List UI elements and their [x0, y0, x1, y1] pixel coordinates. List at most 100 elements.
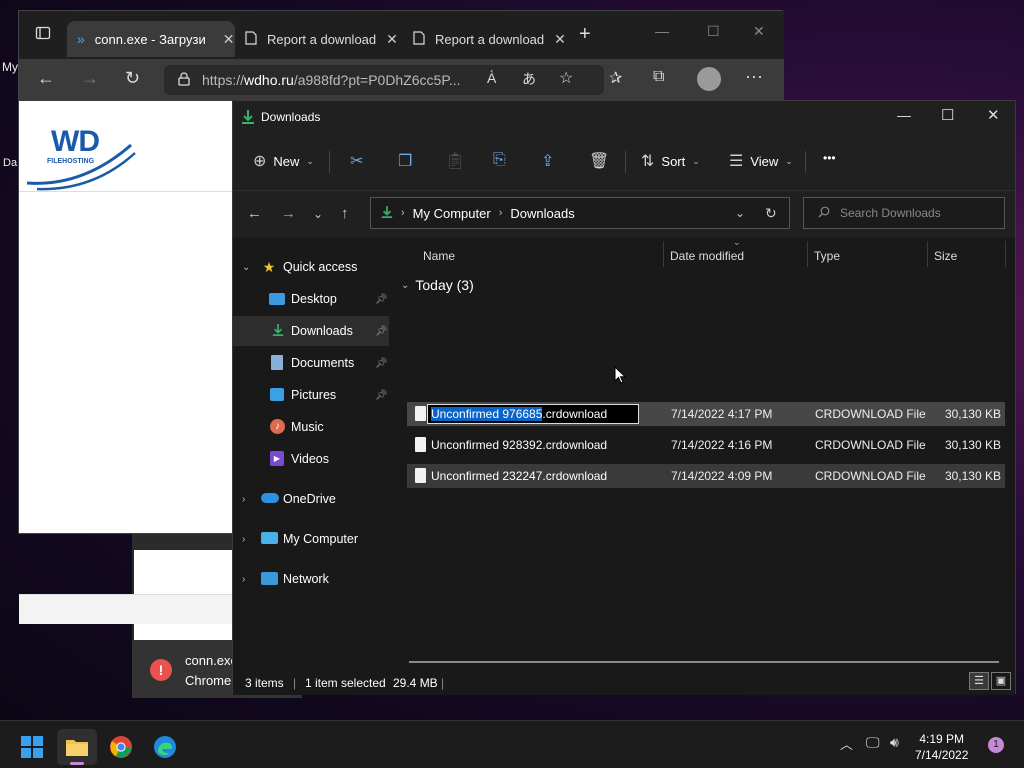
column-divider[interactable]	[1005, 241, 1006, 267]
chevron-down-icon: ⌄	[692, 155, 700, 166]
rename-button[interactable]: ⎘	[493, 151, 506, 169]
group-header-today[interactable]: ⌄ Today (3)	[401, 277, 474, 293]
title-bar[interactable]: Downloads — ☐ ✕	[233, 101, 1015, 133]
notification-badge[interactable]: 1	[988, 737, 1004, 753]
tab-actions-icon[interactable]	[35, 25, 51, 46]
active-app-indicator	[70, 762, 84, 765]
more-menu-icon[interactable]: ···	[745, 66, 763, 87]
new-tab-button[interactable]: +	[579, 23, 591, 46]
divider	[19, 191, 233, 192]
network-status-icon[interactable]: 🖵︎	[866, 734, 880, 751]
taskbar-clock[interactable]: 4:19 PM 7/14/2022	[915, 731, 968, 763]
column-divider[interactable]	[663, 241, 664, 267]
close-window-icon[interactable]: ✕	[987, 106, 1000, 124]
column-divider[interactable]	[807, 241, 808, 267]
refresh-icon[interactable]: ↻	[125, 68, 140, 89]
pin-icon[interactable]: 📌︎	[375, 326, 388, 337]
search-input[interactable]: Search Downloads	[803, 197, 1005, 229]
chevron-down-icon[interactable]: ⌄	[735, 206, 745, 220]
url-input[interactable]: https://wdho.ru/a988fd?pt=P0DhZ6cc5P...	[164, 65, 604, 95]
pin-icon[interactable]: 📌︎	[375, 390, 388, 401]
delete-button[interactable]: 🗑︎	[589, 151, 609, 171]
copy-button[interactable]: ❐	[398, 151, 412, 171]
chevron-down-icon: ⌄	[306, 155, 314, 166]
sidebar-item-music[interactable]: ♪ Music	[233, 412, 389, 442]
collections-icon[interactable]: ⧉	[653, 68, 664, 86]
desktop-icon-label[interactable]: My	[2, 60, 18, 74]
sidebar-item-desktop[interactable]: Desktop 📌︎	[233, 284, 389, 314]
breadcrumb-downloads[interactable]: Downloads	[510, 206, 574, 221]
add-favorite-icon[interactable]: ☆	[559, 68, 573, 88]
cut-button[interactable]: ✂	[350, 151, 363, 171]
close-icon[interactable]: ✕	[554, 31, 566, 48]
wd-filehosting-logo[interactable]: WD FILEHOSTING	[23, 125, 143, 195]
back-icon[interactable]: ←	[37, 68, 55, 89]
sidebar-item-my-computer[interactable]: › My Computer	[233, 524, 389, 554]
profile-avatar[interactable]	[697, 67, 721, 91]
pin-icon[interactable]: 📌︎	[375, 358, 388, 369]
desktop-icon-label[interactable]: Da	[3, 157, 17, 169]
sidebar-item-label: Documents	[291, 356, 355, 370]
toolbar-divider	[329, 151, 330, 173]
taskbar-edge[interactable]	[145, 729, 185, 765]
new-button[interactable]: ⊕ New ⌄	[253, 151, 314, 171]
column-header-date[interactable]: Date modified	[670, 249, 744, 263]
rename-input[interactable]: Unconfirmed 976685.crdownload	[427, 404, 639, 424]
refresh-icon[interactable]: ↻	[765, 205, 777, 222]
table-row[interactable]: Unconfirmed 232247.crdownload 7/14/2022 …	[407, 464, 1005, 488]
column-header-type[interactable]: Type	[814, 249, 840, 263]
view-button[interactable]: ☰ View ⌄	[729, 151, 793, 171]
maximize-icon[interactable]: ☐	[941, 106, 954, 124]
navigation-bar: ← → ⌄ ↑ › My Computer › Downloads ⌄ ↻ Se…	[233, 191, 1015, 237]
column-header-name[interactable]: Name	[423, 249, 455, 263]
up-folder-icon[interactable]: ↑	[341, 205, 349, 222]
sidebar-item-network[interactable]: › Network	[233, 564, 389, 594]
sidebar-item-documents[interactable]: Documents 📌︎	[233, 348, 389, 378]
column-divider[interactable]	[927, 241, 928, 267]
file-explorer-window: Downloads — ☐ ✕ ⊕ New ⌄ ✂ ❐ 📋︎ ⎘ ⇪ 🗑︎ ⇅ …	[232, 100, 1016, 695]
start-button[interactable]	[12, 729, 52, 765]
forward-icon[interactable]: →	[81, 68, 99, 89]
file-name: Unconfirmed 232247.crdownload	[431, 469, 608, 483]
sidebar-item-videos[interactable]: ▶ Videos	[233, 444, 389, 474]
sidebar-item-quick-access[interactable]: ⌄ ★ Quick access	[233, 252, 389, 282]
back-icon[interactable]: ←	[247, 205, 262, 222]
share-button[interactable]: ⇪	[541, 151, 554, 171]
read-aloud-icon[interactable]: A᷾	[487, 70, 496, 86]
table-row[interactable]: Unconfirmed 928392.crdownload 7/14/2022 …	[407, 433, 1005, 457]
chrome-download-filename[interactable]: conn.exe	[185, 653, 238, 668]
close-icon[interactable]: ✕	[223, 31, 235, 48]
sidebar-item-onedrive[interactable]: › OneDrive	[233, 484, 389, 514]
close-icon[interactable]: ✕	[386, 31, 398, 48]
translate-icon[interactable]: あ	[522, 69, 536, 89]
paste-button[interactable]: 📋︎	[445, 151, 465, 171]
sidebar-item-pictures[interactable]: Pictures 📌︎	[233, 380, 389, 410]
sort-button[interactable]: ⇅ Sort ⌄	[641, 151, 700, 171]
maximize-icon[interactable]: ☐	[707, 23, 720, 40]
tab-report-download-1[interactable]: Report a download ✕	[235, 21, 401, 57]
tab-report-download-2[interactable]: Report a download ✕	[403, 21, 569, 57]
more-options-button[interactable]: •••	[823, 151, 836, 165]
tab-conn-exe[interactable]: » conn.exe - Загрузи ✕	[67, 21, 235, 57]
taskbar-chrome[interactable]	[101, 729, 141, 765]
breadcrumb-my-computer[interactable]: My Computer	[413, 206, 491, 221]
sidebar-item-downloads[interactable]: Downloads 📌︎	[233, 316, 389, 346]
minimize-icon[interactable]: —	[655, 23, 669, 39]
show-hidden-icons-chevron-icon[interactable]: ︿	[840, 734, 853, 753]
recent-locations-chevron-icon[interactable]: ⌄	[313, 207, 323, 221]
minimize-icon[interactable]: —	[897, 107, 911, 123]
pin-icon[interactable]: 📌︎	[375, 294, 388, 305]
column-header-size[interactable]: Size	[934, 249, 957, 263]
toolbar-divider	[805, 151, 806, 173]
details-view-button[interactable]: ☰	[969, 672, 989, 690]
forward-icon[interactable]: →	[281, 205, 296, 222]
favorites-icon[interactable]: ✰	[609, 68, 622, 88]
close-window-icon[interactable]: ✕	[753, 23, 765, 40]
tiles-view-button[interactable]: ▣	[991, 672, 1011, 690]
taskbar-file-explorer[interactable]	[57, 729, 97, 765]
volume-icon[interactable]: 🔊︎	[890, 734, 899, 751]
address-breadcrumb[interactable]: › My Computer › Downloads ⌄ ↻	[370, 197, 790, 229]
table-row[interactable]: Unconfirmed 976685.crdownload 7/14/2022 …	[407, 402, 1005, 426]
horizontal-scrollbar[interactable]	[409, 661, 999, 663]
file-size: 30,130 KB	[944, 438, 1001, 452]
